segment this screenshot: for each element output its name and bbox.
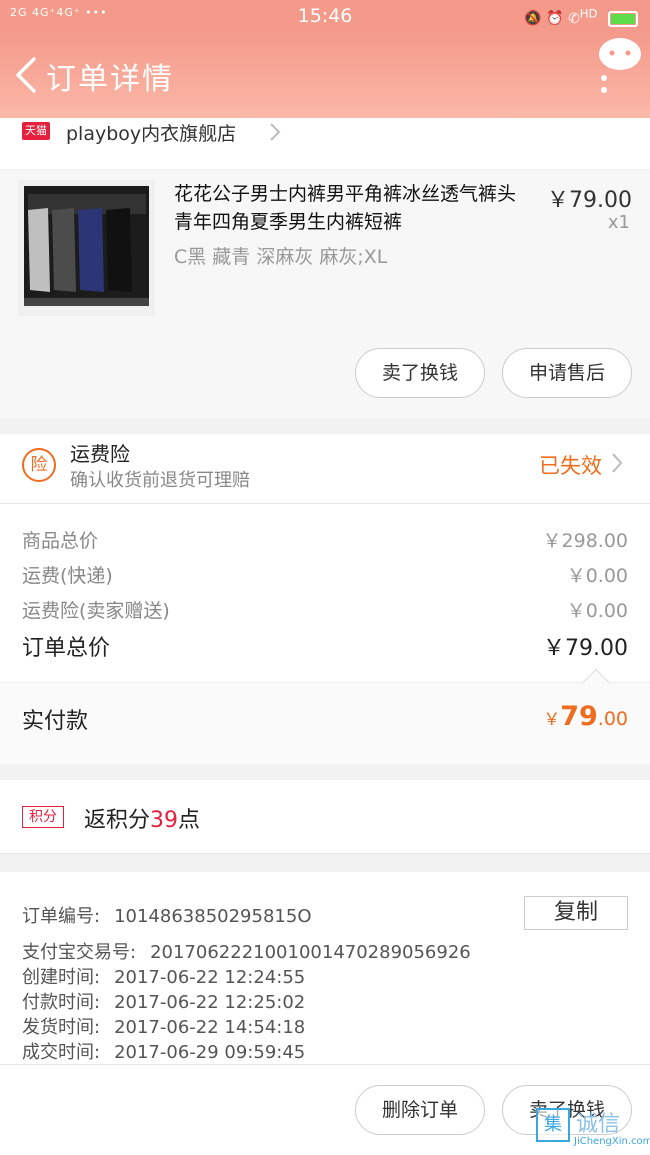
alipay-trade-number: 支付宝交易号: 2017062221001001470289056926 [22,942,471,963]
completed-time: 成交时间: 2017-06-29 09:59:45 [22,1042,306,1063]
product-title[interactable]: 花花公子男士内裤男平角裤冰丝透气裤头青年四角夏季男生内裤短裤 [174,180,534,236]
shipping-insurance-row[interactable]: 险 运费险 确认收货前退货可理赔 已失效 [0,434,650,504]
status-bar: 2G 4G⁺4G⁺ ••• 15:46 🔕 ⏰ ✆HD [0,0,650,32]
product-image[interactable] [18,180,155,316]
summary-label: 运费(快递) [22,565,113,587]
nav-bar: 订单详情 [0,32,650,118]
actual-payment-value: ￥79.00 [543,701,628,732]
tmall-badge: 天猫 [22,122,50,140]
order-total-value: ￥79.00 [543,636,628,661]
points-badge: 积分 [22,806,64,828]
hd-call-icon: ✆HD [568,6,598,27]
watermark-url: JiChengXin.com [574,1136,650,1147]
watermark-text: 诚信 [576,1112,621,1137]
chevron-right-icon [270,123,281,141]
resell-button[interactable]: 卖了换钱 [355,348,485,398]
insurance-title: 运费险 [70,442,130,466]
actual-payment-label: 实付款 [22,709,89,734]
insurance-subtitle: 确认收货前退货可理赔 [70,470,250,491]
points-text: 返积分39点 [84,808,201,833]
product-sku: C黑 藏青 深麻灰 麻灰;XL [174,246,388,268]
battery-icon [608,10,638,27]
alarm-icon: ⏰ [546,10,564,27]
points-count: 39 [150,808,179,833]
order-total-label: 订单总价 [22,636,111,661]
paid-time: 付款时间: 2017-06-22 12:25:02 [22,992,306,1013]
summary-label: 商品总价 [22,530,99,552]
insurance-icon: 险 [22,448,56,482]
order-info: 订单编号: 1014863850295815O 复制 支付宝交易号: 2017062… [0,872,650,1064]
watermark-mark: 集 [536,1108,570,1142]
summary-value: ￥298.00 [542,530,628,552]
chevron-right-icon [612,453,623,473]
status-icons: 🔕 ⏰ ✆HD [524,6,638,27]
summary-value: ￥0.00 [566,600,628,622]
site-watermark: 集 诚信 JiChengXin.com [536,1104,650,1152]
product-price: ￥79.00 [547,188,632,213]
delete-order-button[interactable]: 删除订单 [355,1085,485,1135]
product-item[interactable]: 花花公子男士内裤男平角裤冰丝透气裤头青年四角夏季男生内裤短裤 C黑 藏青 深麻灰… [0,170,650,418]
points-row: 积分 返积分39点 [0,780,650,854]
price-summary: 商品总价 ￥298.00 运费(快递) ￥0.00 运费险(卖家赠送) ￥0.0… [0,504,650,682]
summary-label: 运费险(卖家赠送) [22,600,170,622]
summary-value: ￥0.00 [566,565,628,587]
page-title: 订单详情 [46,62,174,97]
actual-payment: 实付款 ￥79.00 [0,668,650,764]
mute-icon: 🔕 [524,10,542,27]
shop-name[interactable]: playboy内衣旗舰店 [66,119,236,146]
shop-row[interactable]: 天猫 playboy内衣旗舰店 [0,118,650,170]
created-time: 创建时间: 2017-06-22 12:24:55 [22,967,306,988]
back-chevron-icon[interactable] [14,56,38,94]
order-number: 订单编号: 1014863850295815O [22,906,312,927]
shipped-time: 发货时间: 2017-06-22 14:54:18 [22,1017,306,1038]
chat-bot-icon[interactable] [598,36,642,96]
after-sale-button[interactable]: 申请售后 [502,348,632,398]
insurance-status: 已失效 [539,454,602,478]
copy-button[interactable]: 复制 [524,896,628,930]
product-quantity: x1 [607,212,630,233]
